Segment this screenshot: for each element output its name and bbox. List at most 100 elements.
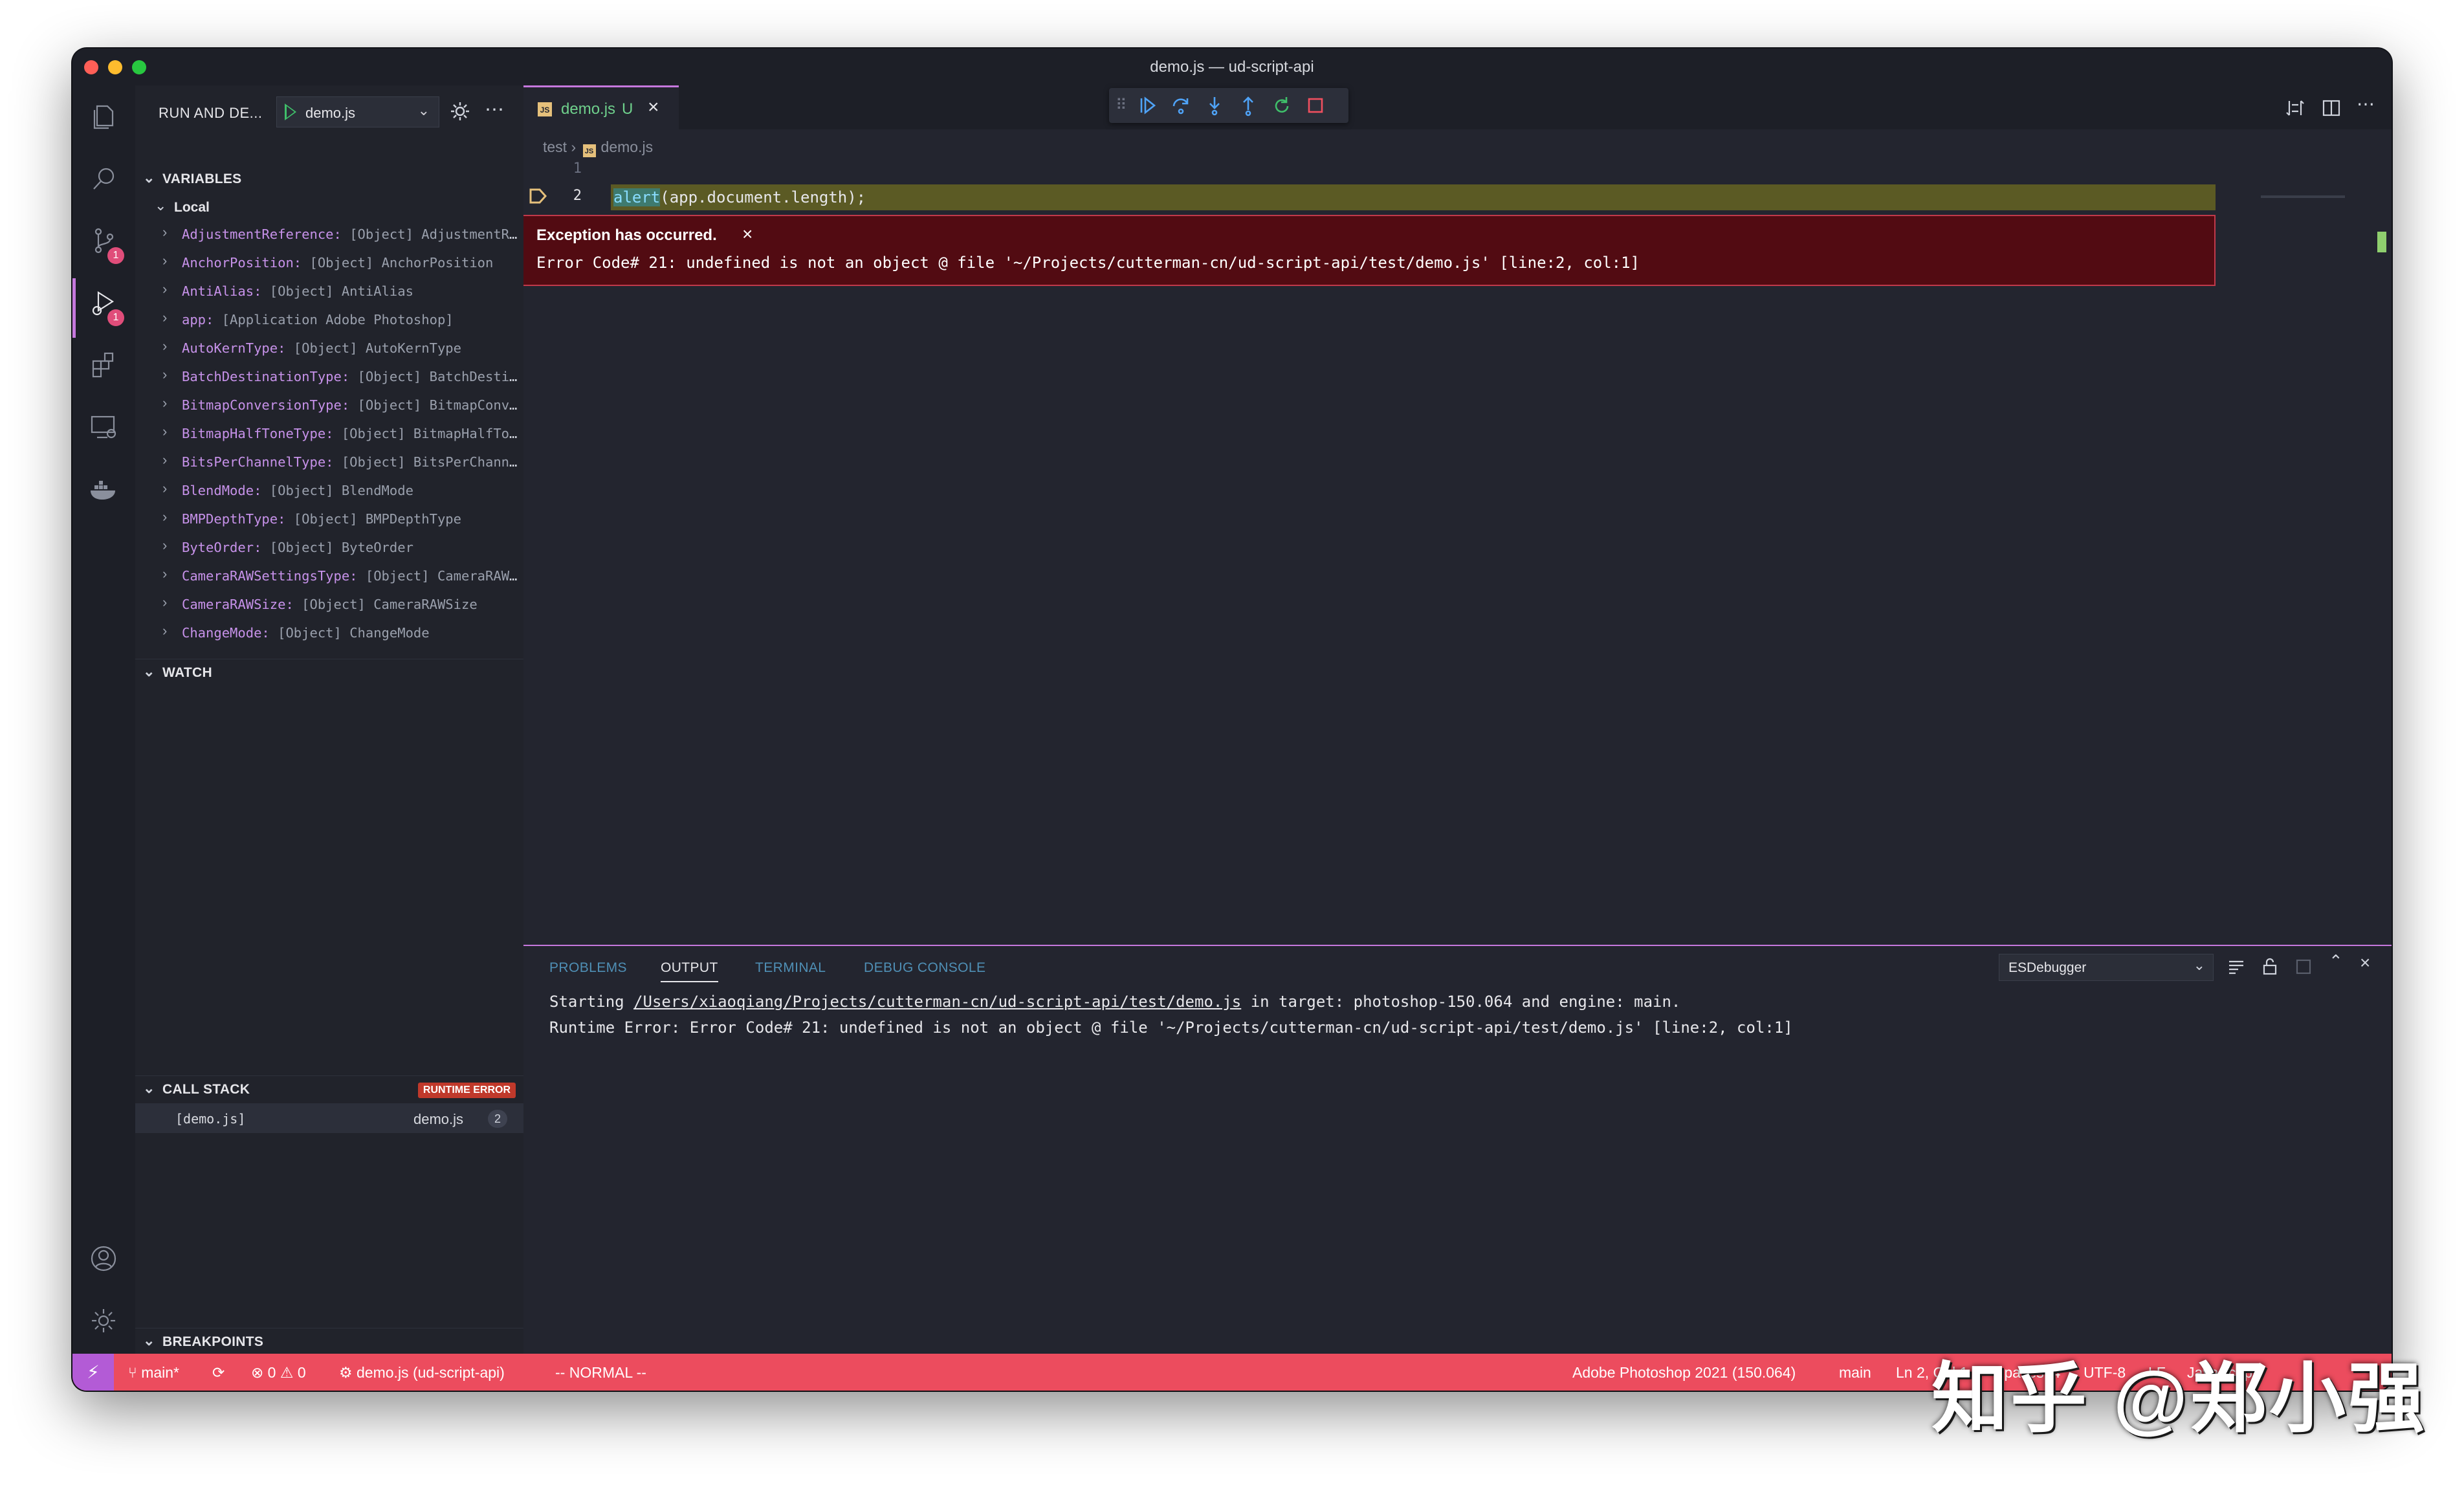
chevron-right-icon[interactable]: ›	[162, 480, 167, 497]
chevron-right-icon[interactable]: ›	[162, 224, 167, 241]
line-number-gutter: 1 2	[523, 160, 601, 212]
debug-target[interactable]: ⚙ demo.js (ud-script-api)	[339, 1364, 505, 1382]
target-application[interactable]: Adobe Photoshop 2021 (150.064)	[1572, 1364, 1796, 1382]
start-debugging-icon[interactable]	[285, 104, 296, 120]
variable-row[interactable]: › CameraRAWSettingsType: [Object] CameraR…	[135, 562, 523, 590]
output-channel-select[interactable]: ESDebugger ⌄	[1999, 954, 2214, 981]
problems-indicator[interactable]: ⊗ 0 ⚠ 0	[251, 1364, 306, 1382]
continue-icon[interactable]	[1136, 94, 1158, 116]
explorer-icon[interactable]	[84, 97, 123, 136]
git-branch[interactable]: ⑂ main*	[128, 1364, 179, 1382]
chevron-down-icon: ⌄	[143, 1080, 155, 1096]
more-actions-icon[interactable]: ⋯	[485, 98, 504, 121]
engine-indicator[interactable]: main	[1839, 1364, 1871, 1382]
variable-name: BitmapConversionType:	[182, 397, 350, 413]
chevron-right-icon[interactable]: ›	[162, 537, 167, 554]
tab-debug-console[interactable]: DEBUG CONSOLE	[864, 960, 985, 976]
variable-value: [Application Adobe Photoshop]	[221, 312, 454, 327]
variable-name: AdjustmentReference:	[182, 226, 342, 242]
variable-row[interactable]: › BatchDestinationType: [Object] BatchDes…	[135, 362, 523, 391]
clear-output-icon[interactable]	[2227, 956, 2246, 976]
variable-row[interactable]: › BlendMode: [Object] BlendMode	[135, 476, 523, 505]
variables-section-header[interactable]: ⌄ VARIABLES	[135, 166, 523, 192]
lock-scroll-icon[interactable]	[2260, 956, 2280, 976]
variable-row[interactable]: › AutoKernType: [Object] AutoKernType	[135, 334, 523, 362]
variable-value: [Object] BitmapHalfToneType	[341, 426, 518, 441]
search-icon[interactable]	[84, 159, 123, 198]
variable-row[interactable]: › AntiAlias: [Object] AntiAlias	[135, 277, 523, 305]
variable-row[interactable]: › app: [Application Adobe Photoshop]	[135, 305, 523, 334]
chevron-right-icon[interactable]: ›	[162, 252, 167, 269]
account-icon[interactable]	[84, 1239, 123, 1278]
variable-row[interactable]: › BitsPerChannelType: [Object] BitsPerCha…	[135, 448, 523, 476]
variable-value: [Object] BMPDepthType	[293, 511, 461, 527]
chevron-right-icon[interactable]: ›	[162, 452, 167, 468]
frame-line-badge: 2	[488, 1110, 507, 1128]
variable-row[interactable]: › BitmapHalfToneType: [Object] BitmapHalf…	[135, 419, 523, 448]
editor-area: JS demo.js U × ⠿ ⋯ test › JS demo.js 1 2…	[523, 85, 2392, 1355]
breakpoints-section-header[interactable]: ⌄ BREAKPOINTS	[135, 1328, 523, 1354]
variable-row[interactable]: › AdjustmentReference: [Object] Adjustmen…	[135, 220, 523, 248]
chevron-right-icon[interactable]: ›	[162, 622, 167, 639]
open-log-file-icon[interactable]	[2294, 956, 2313, 976]
close-panel-icon[interactable]: ×	[2360, 953, 2379, 973]
variable-row[interactable]: › AnchorPosition: [Object] AnchorPosition	[135, 248, 523, 277]
watch-section-header[interactable]: ⌄ WATCH	[135, 659, 523, 685]
chevron-right-icon[interactable]: ›	[162, 395, 167, 412]
activity-bar: 1 1	[72, 85, 135, 1354]
variable-name: ByteOrder:	[182, 540, 262, 555]
scrollbar-marker[interactable]	[2377, 232, 2386, 252]
bottom-panel: PROBLEMS OUTPUT TERMINAL DEBUG CONSOLE E…	[523, 945, 2392, 1355]
chevron-right-icon[interactable]: ›	[162, 281, 167, 298]
stop-icon[interactable]	[1304, 94, 1326, 116]
variable-row[interactable]: › BMPDepthType: [Object] BMPDepthType	[135, 505, 523, 533]
step-over-icon[interactable]	[1170, 94, 1192, 116]
split-editor-icon[interactable]	[2320, 97, 2342, 119]
chevron-right-icon[interactable]: ›	[162, 566, 167, 582]
chevron-right-icon[interactable]: ›	[162, 509, 167, 525]
chevron-right-icon[interactable]: ›	[162, 423, 167, 440]
step-into-icon[interactable]	[1204, 94, 1226, 116]
variable-row[interactable]: › ByteOrder: [Object] ByteOrder	[135, 533, 523, 562]
remote-indicator-icon[interactable]: ⚡︎	[72, 1354, 114, 1391]
chevron-right-icon[interactable]: ›	[162, 309, 167, 326]
chevron-right-icon[interactable]: ›	[162, 338, 167, 355]
output-file-link[interactable]: /Users/xiaoqiang/Projects/cutterman-cn/u…	[633, 993, 1241, 1011]
variable-row[interactable]: › BitmapConversionType: [Object] BitmapCo…	[135, 391, 523, 419]
drag-handle-icon[interactable]: ⠿	[1116, 96, 1127, 115]
exception-widget: Exception has occurred. × Error Code# 21…	[523, 215, 2216, 286]
variable-row[interactable]: › CameraRAWSize: [Object] CameraRAWSize	[135, 590, 523, 619]
close-tab-icon[interactable]: ×	[648, 96, 659, 118]
remote-explorer-icon[interactable]	[84, 408, 123, 446]
sync-icon[interactable]: ⟳	[212, 1364, 225, 1382]
chevron-down-icon: ⌄	[143, 170, 155, 186]
breadcrumb-file[interactable]: demo.js	[601, 138, 654, 155]
debug-config-select[interactable]: demo.js ⌄	[276, 96, 439, 127]
minimap[interactable]	[2261, 195, 2345, 198]
restart-icon[interactable]	[1271, 94, 1293, 116]
close-exception-icon[interactable]: ×	[742, 224, 753, 245]
tab-terminal[interactable]: TERMINAL	[755, 960, 826, 976]
open-changes-icon[interactable]	[2284, 97, 2306, 119]
current-code-line[interactable]: alert(app.document.length);	[611, 184, 2216, 210]
variable-name: ChangeMode:	[182, 625, 270, 641]
call-stack-section-header[interactable]: ⌄ CALL STACK RUNTIME ERROR	[135, 1075, 523, 1102]
variable-row[interactable]: › ChangeMode: [Object] ChangeMode	[135, 619, 523, 647]
more-actions-icon[interactable]: ⋯	[2357, 93, 2379, 115]
variable-value: [Object] AnchorPosition	[309, 255, 494, 270]
call-stack-frame[interactable]: [demo.js] demo.js 2	[135, 1103, 523, 1133]
local-scope-header[interactable]: ⌄ Local	[135, 193, 523, 219]
step-out-icon[interactable]	[1237, 94, 1259, 116]
variable-value: [Object] BitsPerChannelType	[341, 454, 518, 470]
chevron-right-icon[interactable]: ›	[162, 594, 167, 611]
manage-gear-icon[interactable]	[84, 1301, 123, 1340]
extensions-icon[interactable]	[84, 346, 123, 384]
docker-icon[interactable]	[84, 470, 123, 509]
chevron-right-icon[interactable]: ›	[162, 366, 167, 383]
maximize-panel-icon[interactable]: ⌃	[2329, 951, 2348, 971]
breadcrumb-folder[interactable]: test	[543, 138, 567, 155]
tab-demo-js[interactable]: JS demo.js U ×	[523, 85, 679, 129]
tab-problems[interactable]: PROBLEMS	[549, 960, 627, 976]
tab-output[interactable]: OUTPUT	[661, 960, 718, 982]
open-launch-json-gear-icon[interactable]	[448, 100, 472, 123]
